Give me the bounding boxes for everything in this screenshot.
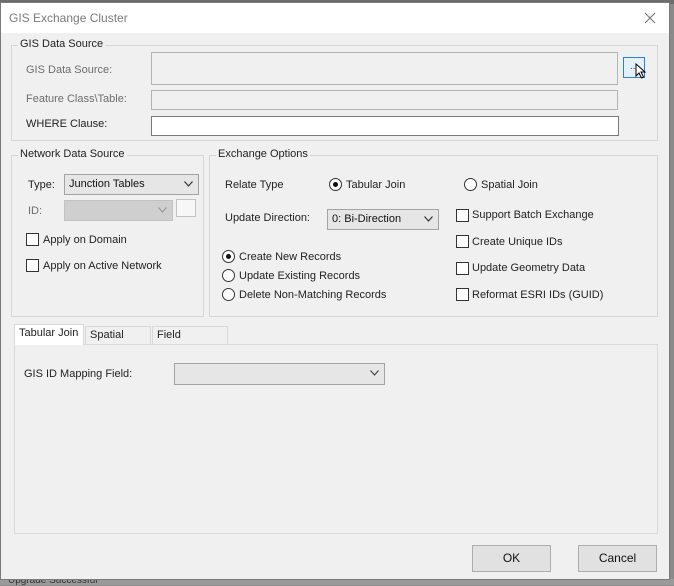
update-geometry-data-checkbox[interactable]: [456, 262, 469, 275]
close-icon: [644, 12, 656, 24]
feature-class-label: Feature Class\Table:: [26, 93, 127, 105]
where-clause-label: WHERE Clause:: [26, 118, 108, 130]
spatial-join-radio-label: Spatial Join: [481, 179, 538, 191]
reformat-esri-ids-label: Reformat ESRI IDs (GUID): [472, 289, 604, 301]
create-new-records-radio[interactable]: [222, 250, 235, 263]
spatial-join-radio[interactable]: [464, 178, 477, 191]
tab-field-mapping[interactable]: Field Mapping: [152, 326, 228, 358]
tabular-join-radio[interactable]: [329, 178, 342, 191]
type-dropdown[interactable]: Junction Tables: [64, 174, 199, 195]
close-button[interactable]: [639, 7, 661, 29]
gis-id-mapping-field-dropdown[interactable]: [174, 363, 385, 385]
delete-non-matching-records-label: Delete Non-Matching Records: [239, 289, 387, 301]
update-direction-label: Update Direction:: [225, 212, 310, 224]
id-label: ID:: [28, 205, 43, 217]
update-geometry-data-label: Update Geometry Data: [472, 262, 586, 274]
type-label: Type:: [28, 179, 55, 191]
gis-data-source-field[interactable]: [151, 52, 618, 85]
title-bar: GIS Exchange Cluster: [1, 3, 669, 33]
reformat-esri-ids-checkbox[interactable]: [456, 288, 469, 301]
mouse-cursor-icon: [635, 63, 647, 79]
id-picker-button[interactable]: [176, 199, 196, 217]
tabular-join-radio-label: Tabular Join: [346, 179, 406, 191]
where-clause-input[interactable]: [151, 116, 619, 136]
update-direction-dropdown[interactable]: 0: Bi-Direction: [327, 209, 439, 230]
delete-non-matching-records-radio[interactable]: [222, 288, 235, 301]
cancel-button[interactable]: Cancel: [578, 545, 657, 572]
gis-data-source-label: GIS Data Source:: [26, 64, 113, 76]
create-unique-ids-label: Create Unique IDs: [472, 236, 563, 248]
apply-on-active-network-label: Apply on Active Network: [43, 260, 162, 272]
apply-on-active-network-checkbox[interactable]: [26, 259, 39, 272]
support-batch-exchange-label: Support Batch Exchange: [472, 209, 594, 221]
tab-spatial-join[interactable]: Spatial Join: [85, 326, 151, 358]
gis-data-source-legend: GIS Data Source: [18, 38, 106, 50]
id-dropdown[interactable]: [64, 200, 173, 221]
create-new-records-label: Create New Records: [239, 251, 342, 263]
apply-on-domain-label: Apply on Domain: [43, 234, 127, 246]
type-dropdown-value: Junction Tables: [69, 178, 145, 190]
apply-on-domain-checkbox[interactable]: [26, 233, 39, 246]
ok-button[interactable]: OK: [472, 545, 551, 572]
chevron-down-icon: [158, 207, 167, 213]
exchange-options-legend: Exchange Options: [216, 148, 310, 160]
create-unique-ids-checkbox[interactable]: [456, 235, 469, 248]
chevron-down-icon: [184, 181, 193, 187]
feature-class-field[interactable]: [151, 90, 618, 110]
tab-tabular-join[interactable]: Tabular Join: [14, 324, 84, 345]
update-existing-records-radio[interactable]: [222, 269, 235, 282]
network-data-source-legend: Network Data Source: [18, 148, 127, 160]
chevron-down-icon: [424, 216, 433, 222]
chevron-down-icon: [370, 370, 379, 376]
update-existing-records-label: Update Existing Records: [239, 270, 361, 282]
window-title: GIS Exchange Cluster: [9, 11, 128, 25]
gis-id-mapping-field-label: GIS ID Mapping Field:: [24, 368, 133, 380]
support-batch-exchange-checkbox[interactable]: [456, 209, 469, 222]
relate-type-label: Relate Type: [225, 179, 284, 191]
update-direction-value: 0: Bi-Direction: [332, 213, 402, 225]
